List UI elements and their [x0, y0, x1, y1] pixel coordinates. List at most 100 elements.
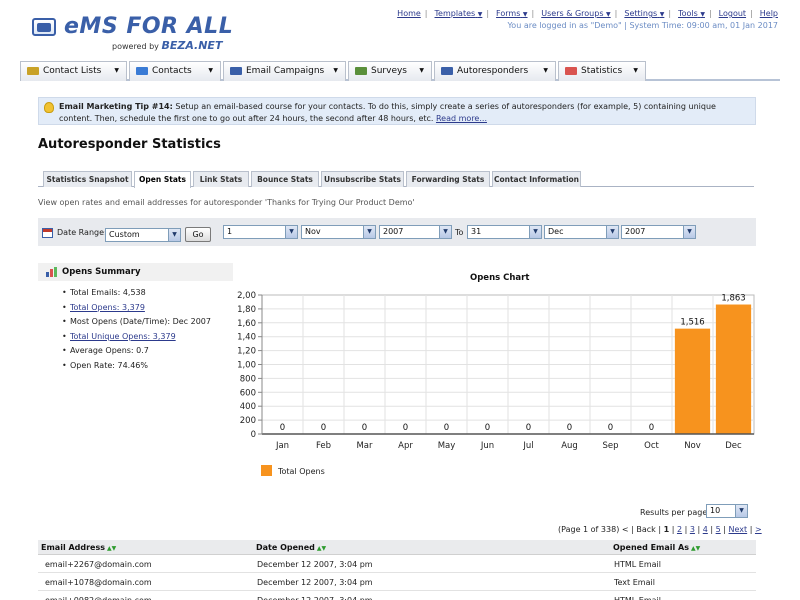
sort-arrows-icon[interactable]: ▲▼ — [317, 545, 326, 552]
data-label: 0 — [526, 423, 531, 433]
sort-arrows-icon[interactable]: ▲▼ — [107, 545, 116, 552]
main-tab-bar: Contact Lists ▼ Contacts ▼ Email Campaigns ▼ S… — [20, 61, 780, 81]
table-cell: HTML Email — [614, 596, 661, 600]
summary-item[interactable]: Total Opens: 3,379 — [62, 303, 211, 318]
page-link-5[interactable]: 5 — [716, 525, 721, 534]
read-more-link[interactable]: Read more... — [436, 114, 487, 123]
page-link-3[interactable]: 3 — [690, 525, 695, 534]
nav-users-groups[interactable]: Users & Groups ▼ — [541, 9, 610, 18]
x-tick-label: Jun — [480, 441, 494, 451]
from-year-select[interactable]: 2007 ▼ — [379, 225, 452, 239]
table-row[interactable]: email+0982@domain.com December 12 2007, 3… — [38, 592, 756, 600]
page-link-4[interactable]: 4 — [703, 525, 708, 534]
go-button[interactable]: Go — [185, 227, 211, 242]
y-tick-label: 1,20 — [237, 347, 256, 357]
page-description: View open rates and email addresses for … — [38, 198, 415, 207]
summary-item: Most Opens (Date/Time): Dec 2007 — [62, 317, 211, 332]
page-link-2[interactable]: 2 — [677, 525, 682, 534]
stat-tab-bounce-stats[interactable]: Bounce Stats — [251, 171, 319, 187]
tip-title: Email Marketing Tip #14: — [59, 102, 173, 111]
sort-arrows-icon[interactable]: ▲▼ — [691, 545, 700, 552]
caret-down-icon: ▼ — [333, 67, 338, 74]
x-tick-label: Feb — [316, 441, 331, 451]
stat-tab-contact-information[interactable]: Contact Information — [492, 171, 581, 187]
opens-summary-header: Opens Summary — [38, 263, 233, 281]
legend-swatch — [261, 465, 272, 476]
nav-forms[interactable]: Forms ▼ — [496, 9, 528, 18]
data-label: 0 — [403, 423, 408, 433]
caret-down-icon: ▼ — [543, 67, 548, 74]
page-link-first: < — [621, 525, 629, 534]
y-tick-label: 1,60 — [237, 319, 256, 329]
caret-down-icon: ▼ — [659, 11, 665, 18]
x-tick-label: Apr — [398, 441, 413, 451]
chevron-down-icon: ▼ — [168, 229, 180, 241]
results-per-page-label: Results per page: — [640, 508, 710, 517]
to-year-select[interactable]: 2007 ▼ — [621, 225, 696, 239]
main-tab-email-campaigns[interactable]: Email Campaigns ▼ — [223, 61, 346, 81]
date-range-select[interactable]: Custom ▼ — [105, 228, 181, 242]
table-cell: Text Email — [614, 578, 655, 587]
table-cell: December 12 2007, 3:04 pm — [257, 578, 373, 587]
column-email-address[interactable]: Email Address ▲▼ — [41, 543, 116, 552]
calendar-icon — [42, 228, 53, 238]
to-day-select[interactable]: 31 ▼ — [467, 225, 542, 239]
from-day-select[interactable]: 1 ▼ — [223, 225, 298, 239]
nav-separator: | — [668, 9, 672, 18]
column-opened-email-as[interactable]: Opened Email As ▲▼ — [613, 543, 700, 552]
nav-settings[interactable]: Settings ▼ — [624, 9, 664, 18]
stat-tab-statistics-snapshot[interactable]: Statistics Snapshot — [43, 171, 132, 187]
summary-item: Total Emails: 4,538 — [62, 288, 211, 303]
from-month-select[interactable]: Nov ▼ — [301, 225, 376, 239]
bar-chart-icon — [46, 267, 57, 277]
chevron-down-icon: ▼ — [735, 505, 747, 517]
summary-item: Average Opens: 0.7 — [62, 346, 211, 361]
main-tab-surveys[interactable]: Surveys ▼ — [348, 61, 432, 81]
nav-templates[interactable]: Templates ▼ — [435, 9, 483, 18]
summary-link[interactable]: Total Unique Opens: 3,379 — [70, 332, 176, 341]
caret-down-icon: ▼ — [522, 11, 528, 18]
page-link-last[interactable]: > — [755, 525, 762, 534]
chevron-down-icon: ▼ — [683, 226, 695, 238]
main-tab-contacts[interactable]: Contacts ▼ — [129, 61, 221, 81]
chevron-down-icon: ▼ — [363, 226, 375, 238]
stat-tab-link-stats[interactable]: Link Stats — [193, 171, 249, 187]
to-label: To — [455, 228, 464, 237]
nav-help[interactable]: Help — [760, 9, 778, 18]
stat-tab-unsubscribe-stats[interactable]: Unsubscribe Stats — [321, 171, 404, 187]
to-month-select[interactable]: Dec ▼ — [544, 225, 619, 239]
page-link-next[interactable]: Next — [729, 525, 748, 534]
legend-label: Total Opens — [278, 467, 325, 476]
page-link-back: Back — [636, 525, 656, 534]
main-tab-contact-lists[interactable]: Contact Lists ▼ — [20, 61, 127, 81]
table-row[interactable]: email+2267@domain.com December 12 2007, 3… — [38, 556, 756, 573]
y-tick-label: 400 — [240, 402, 256, 412]
data-label: 0 — [321, 423, 326, 433]
x-tick-label: Oct — [644, 441, 659, 451]
summary-item[interactable]: Total Unique Opens: 3,379 — [62, 332, 211, 347]
data-label: 0 — [280, 423, 285, 433]
main-tab-autoresponders[interactable]: Autoresponders ▼ — [434, 61, 556, 81]
page-info: (Page 1 of 338) — [558, 525, 620, 534]
stat-tab-forwarding-stats[interactable]: Forwarding Stats — [406, 171, 490, 187]
page-separator: | — [697, 525, 701, 534]
data-label: 0 — [608, 423, 613, 433]
autoresponder-icon — [441, 67, 453, 75]
column-date-opened[interactable]: Date Opened ▲▼ — [256, 543, 326, 552]
x-tick-label: Jul — [522, 441, 533, 451]
stat-tab-open-stats[interactable]: Open Stats — [134, 171, 191, 188]
nav-tools[interactable]: Tools ▼ — [678, 9, 705, 18]
main-tab-statistics[interactable]: Statistics ▼ — [558, 61, 646, 81]
contact-lists-icon — [27, 67, 39, 75]
results-per-page-select[interactable]: 10 ▼ — [706, 504, 748, 518]
summary-link[interactable]: Total Opens: 3,379 — [70, 303, 145, 312]
y-tick-label: 800 — [240, 374, 256, 384]
nav-home[interactable]: Home — [397, 9, 421, 18]
nav-logout[interactable]: Logout — [719, 9, 746, 18]
logo-text: eMS FOR ALL — [64, 14, 234, 39]
chevron-down-icon: ▼ — [439, 226, 451, 238]
y-tick-label: 1,40 — [237, 333, 256, 343]
table-row[interactable]: email+1078@domain.com December 12 2007, 3… — [38, 574, 756, 591]
table-cell: December 12 2007, 3:04 pm — [257, 596, 373, 600]
page-title: Autoresponder Statistics — [38, 137, 221, 152]
